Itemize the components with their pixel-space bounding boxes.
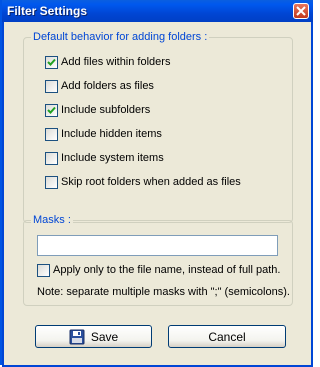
filter-settings-window: Filter Settings Default behavior for add…	[0, 0, 313, 367]
option-include-hidden-items[interactable]: Include hidden items	[45, 126, 162, 142]
save-button[interactable]: Save	[35, 325, 152, 348]
dialog-content: Default behavior for adding folders : Ad…	[2, 22, 313, 367]
option-label: Include system items	[61, 152, 164, 164]
checkbox-include-hidden-items[interactable]	[45, 127, 58, 141]
apply-only-label: Apply only to the file name, instead of …	[53, 264, 281, 276]
checkbox-add-files-within-folders[interactable]	[45, 55, 58, 69]
masks-legend: Masks :	[31, 214, 73, 226]
option-label: Add folders as files	[61, 80, 154, 92]
checkmark-icon	[47, 58, 56, 66]
title-bar[interactable]: Filter Settings	[2, 0, 313, 22]
masks-input[interactable]	[37, 235, 278, 256]
checkbox-include-subfolders[interactable]	[45, 103, 58, 117]
default-behavior-group: Default behavior for adding folders : Ad…	[23, 31, 293, 223]
option-include-system-items[interactable]: Include system items	[45, 150, 164, 166]
checkbox-add-folders-as-files[interactable]	[45, 79, 58, 93]
option-label: Add files within folders	[61, 56, 171, 68]
checkmark-icon	[47, 106, 56, 114]
default-behavior-legend: Default behavior for adding folders :	[31, 31, 210, 43]
option-add-folders-as-files[interactable]: Add folders as files	[45, 78, 154, 94]
cancel-button[interactable]: Cancel	[168, 325, 286, 348]
checkbox-include-system-items[interactable]	[45, 151, 58, 165]
option-include-subfolders[interactable]: Include subfolders	[45, 102, 150, 118]
cancel-label: Cancel	[208, 329, 246, 344]
close-button[interactable]	[293, 3, 309, 19]
window-title: Filter Settings	[7, 4, 88, 18]
checkbox-skip-root-folders[interactable]	[45, 175, 58, 189]
save-label: Save	[90, 329, 119, 344]
option-label: Include hidden items	[61, 128, 162, 140]
option-apply-only-to-file-name[interactable]: Apply only to the file name, instead of …	[37, 262, 280, 278]
masks-group: Masks : Apply only to the file name, ins…	[23, 214, 293, 306]
masks-note: Note: separate multiple masks with ";" (…	[37, 286, 290, 298]
checkbox-apply-only-to-file-name[interactable]	[37, 263, 50, 277]
floppy-disk-icon	[69, 329, 85, 344]
option-label: Skip root folders when added as files	[61, 176, 241, 188]
option-skip-root-folders[interactable]: Skip root folders when added as files	[45, 174, 241, 190]
option-add-files-within-folders[interactable]: Add files within folders	[45, 54, 170, 70]
option-label: Include subfolders	[61, 104, 151, 116]
